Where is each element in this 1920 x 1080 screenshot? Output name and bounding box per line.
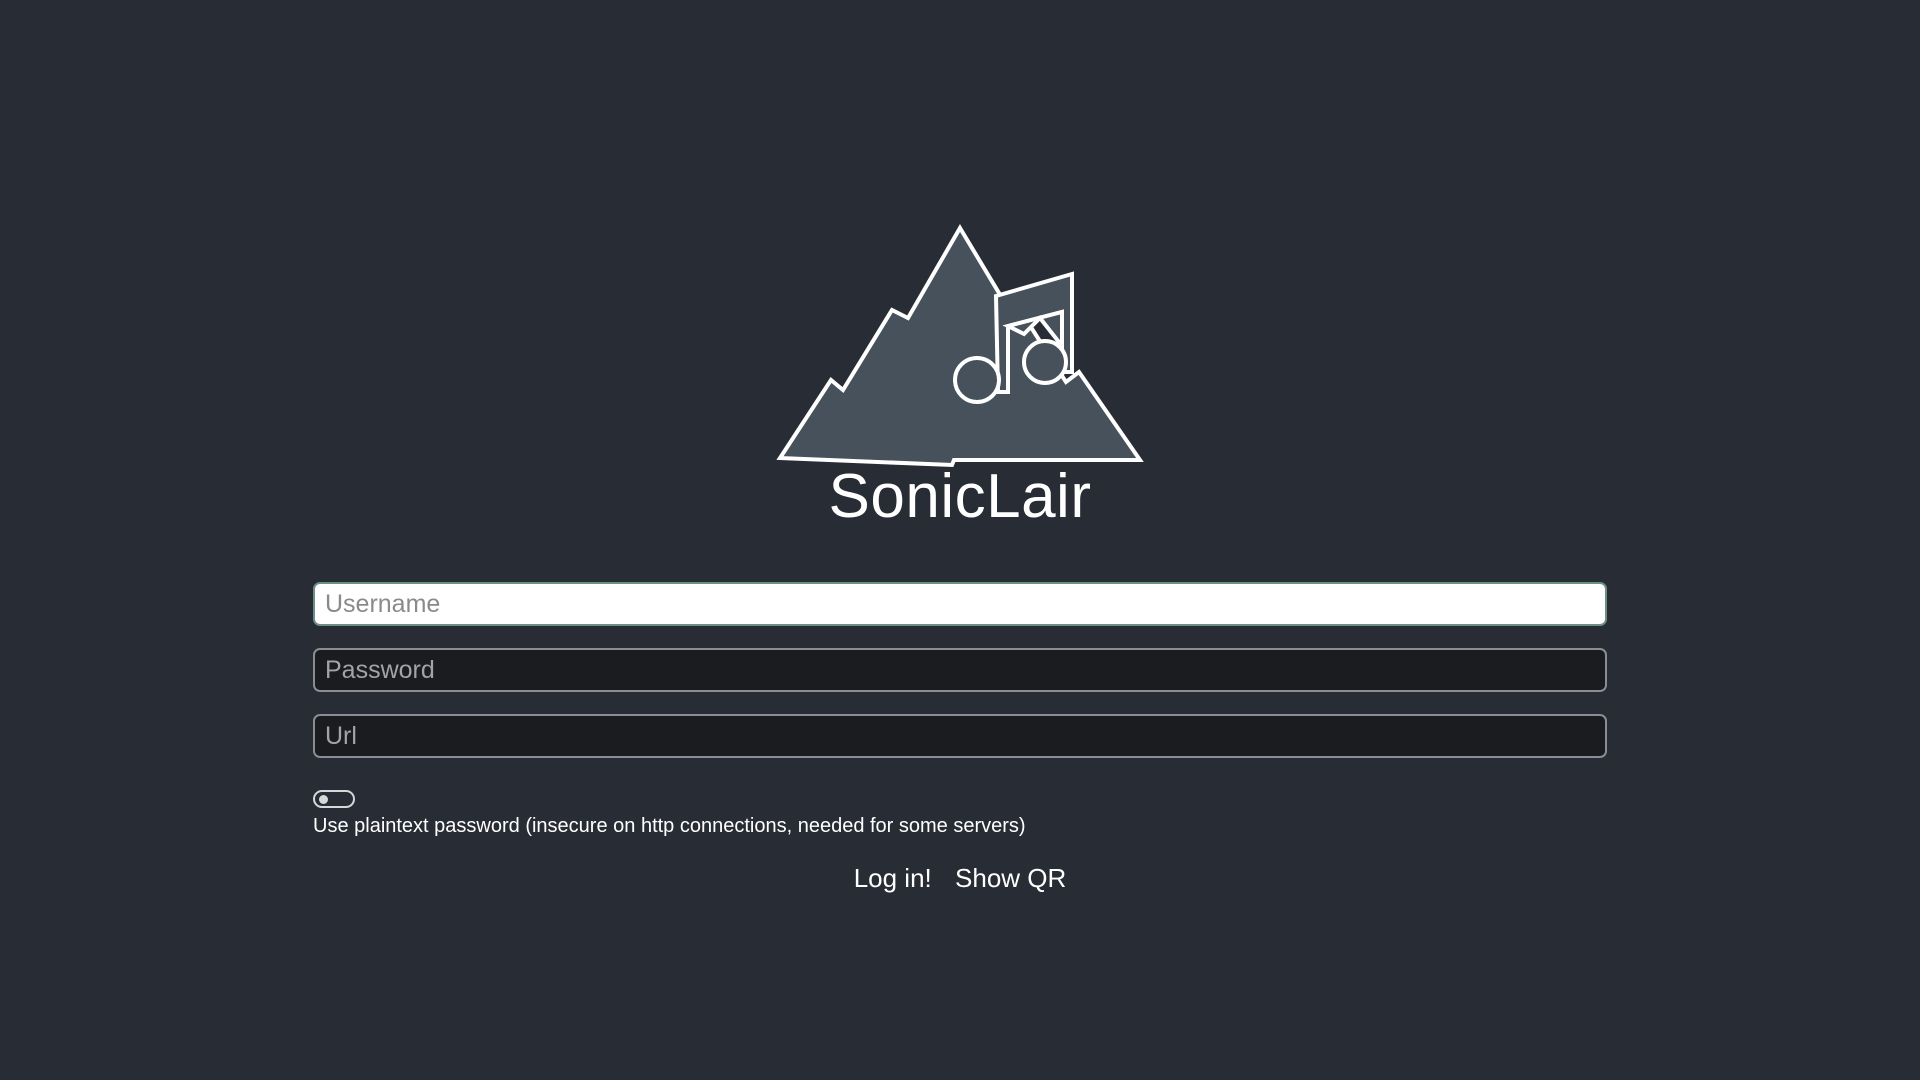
show-qr-button[interactable]: Show QR xyxy=(955,860,1066,896)
action-bar: Log in! Show QR xyxy=(0,860,1920,896)
soniclair-logo xyxy=(776,224,1144,468)
plaintext-password-label: Use plaintext password (insecure on http… xyxy=(313,815,1026,837)
app-title: SonicLair xyxy=(828,462,1092,531)
plaintext-password-toggle[interactable] xyxy=(313,790,355,808)
password-input[interactable] xyxy=(313,648,1607,692)
toggle-knob xyxy=(319,795,328,804)
username-input[interactable] xyxy=(313,582,1607,626)
login-button[interactable]: Log in! xyxy=(854,860,932,896)
login-page: SonicLair Use plaintext password (insecu… xyxy=(0,0,1920,1080)
url-input[interactable] xyxy=(313,714,1607,758)
